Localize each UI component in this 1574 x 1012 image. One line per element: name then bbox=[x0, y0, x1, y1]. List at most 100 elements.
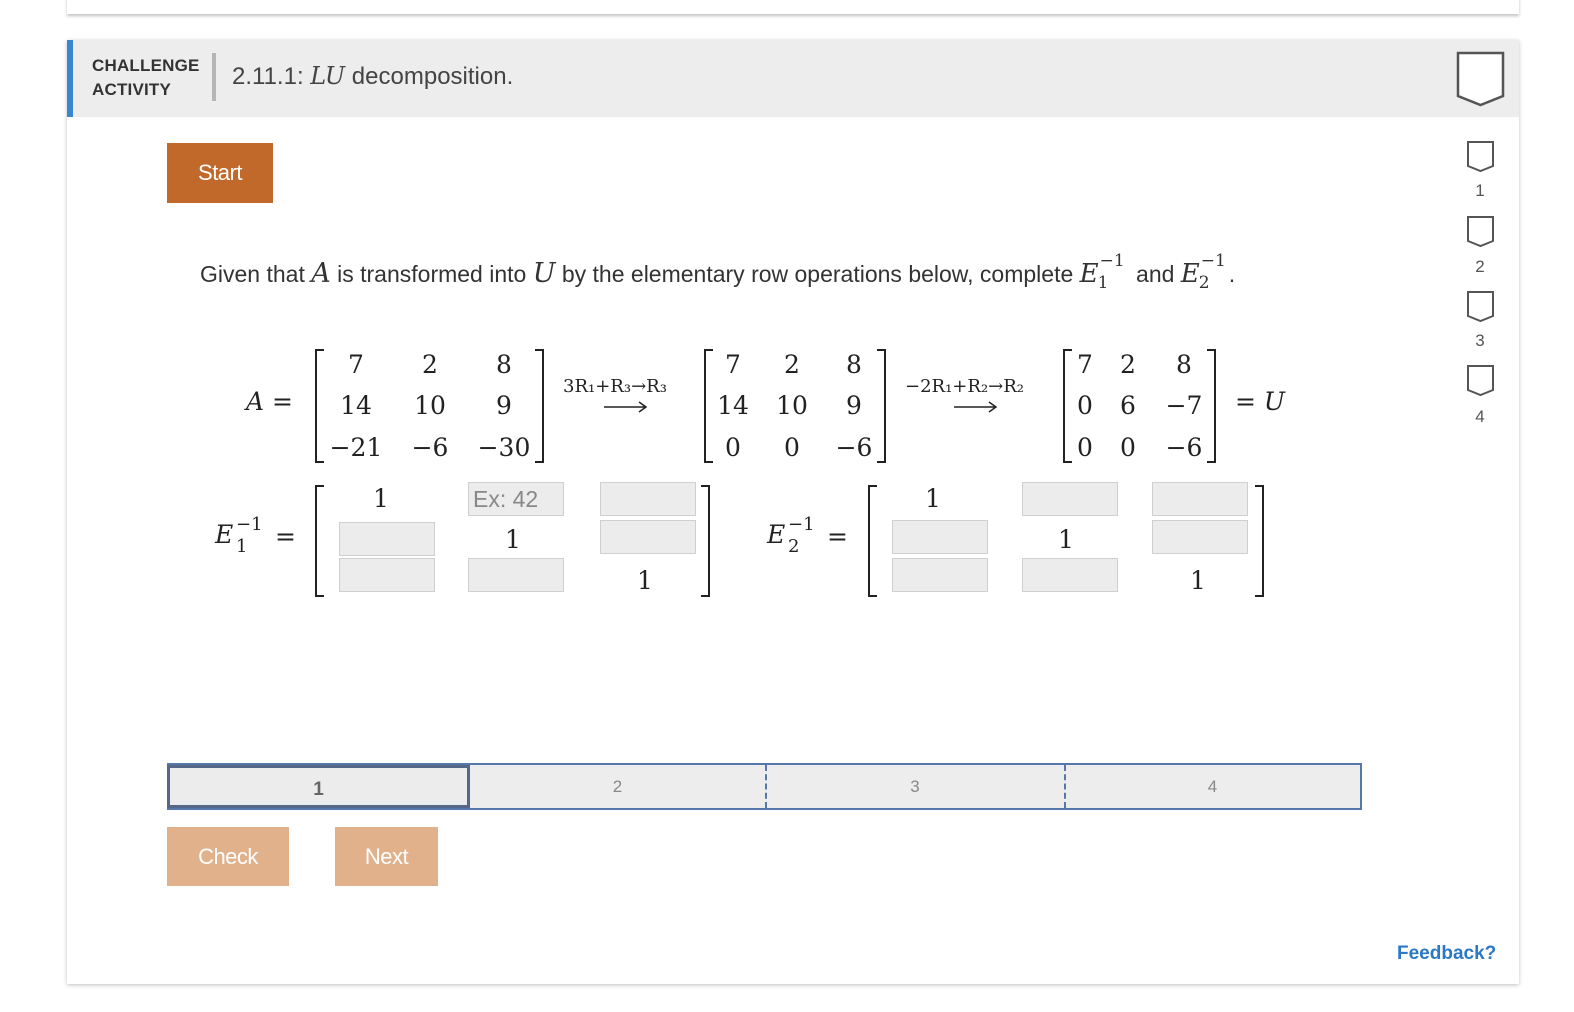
activity-title-math: LU bbox=[310, 62, 346, 90]
level-4-number: 4 bbox=[1475, 407, 1485, 426]
e1-left-bracket bbox=[315, 485, 324, 597]
e2-input-r2c3[interactable] bbox=[1152, 520, 1248, 554]
e1-cell: 1 bbox=[637, 566, 653, 595]
prompt-matrix-a: A bbox=[311, 258, 331, 289]
matrix-m1-right-bracket bbox=[877, 349, 886, 463]
activity-number: 2.11.1: bbox=[232, 63, 311, 90]
e1-inverse-sub: 1 bbox=[236, 536, 248, 557]
matrix-m1-cell: 0 bbox=[784, 433, 800, 462]
matrix-a-cell: −21 bbox=[329, 433, 383, 462]
activity-title: 2.11.1: LU decomposition. bbox=[232, 62, 513, 91]
matrix-u-cell: −6 bbox=[1165, 433, 1203, 462]
prompt-text-1: Given that bbox=[200, 261, 312, 287]
matrix-u-right-bracket bbox=[1207, 349, 1216, 463]
arrow-icon bbox=[604, 401, 648, 413]
e1-cell: 1 bbox=[505, 525, 521, 554]
level-1-completion-icon bbox=[1467, 141, 1494, 173]
level-tab-3[interactable]: 3 bbox=[766, 765, 1064, 808]
matrix-m1-cell: 0 bbox=[725, 433, 741, 462]
e2-cell: 1 bbox=[1058, 525, 1074, 554]
prompt-e2-inverse: E 2 −1 bbox=[1180, 251, 1229, 293]
matrix-a-cell: 14 bbox=[340, 391, 372, 420]
e1-inverse-sup: −1 bbox=[236, 514, 263, 535]
challenge-activity-card: CHALLENGE ACTIVITY 2.11.1: LU decomposit… bbox=[67, 40, 1519, 984]
e2-left-bracket bbox=[868, 485, 877, 597]
prompt-e2-sub: 2 bbox=[1198, 273, 1210, 293]
matrix-a-cell: 9 bbox=[496, 391, 512, 420]
matrix-u-equals-u: = U bbox=[1235, 387, 1285, 416]
matrix-u-cell: −7 bbox=[1165, 391, 1203, 420]
matrix-a-cell: −30 bbox=[477, 433, 531, 462]
matrix-m1-cell: 8 bbox=[846, 350, 862, 379]
e2-inverse-label: E 2 −1 = bbox=[767, 514, 857, 566]
prompt-end: . bbox=[1228, 261, 1236, 287]
e2-input-r1c2[interactable] bbox=[1022, 482, 1118, 516]
prompt-text-3: by the elementary row operations below, … bbox=[555, 261, 1080, 287]
level-progress-bar: 1 2 3 4 bbox=[167, 763, 1362, 810]
problem-prompt: Given that A is transformed into U by th… bbox=[200, 251, 1236, 293]
e1-input-r3c1[interactable] bbox=[339, 558, 435, 592]
matrix-u-cell: 8 bbox=[1176, 350, 1192, 379]
matrix-m1-cell: 2 bbox=[784, 350, 800, 379]
level-4-completion-icon bbox=[1467, 365, 1494, 397]
arrow-icon bbox=[954, 401, 998, 413]
matrix-a-cell: 10 bbox=[414, 391, 446, 420]
prompt-e1-letter: E bbox=[1079, 259, 1099, 289]
level-tab-1[interactable]: 1 bbox=[167, 765, 470, 808]
e2-inverse-sub: 2 bbox=[788, 536, 800, 557]
activity-type-line2: ACTIVITY bbox=[92, 80, 172, 99]
e1-input-r3c2[interactable] bbox=[468, 558, 564, 592]
e2-right-bracket bbox=[1255, 485, 1264, 597]
prompt-matrix-u: U bbox=[532, 258, 556, 289]
matrix-m1-cell: 10 bbox=[776, 391, 808, 420]
e2-cell: 1 bbox=[1190, 566, 1206, 595]
header-separator bbox=[212, 53, 216, 101]
matrix-u-label: = U bbox=[1235, 387, 1285, 416]
level-3-number: 3 bbox=[1475, 331, 1485, 350]
next-button[interactable]: Next bbox=[335, 827, 438, 886]
e2-input-r3c2[interactable] bbox=[1022, 558, 1118, 592]
level-tab-4[interactable]: 4 bbox=[1065, 765, 1360, 808]
e1-input-r1c3[interactable] bbox=[600, 482, 696, 516]
check-button[interactable]: Check bbox=[167, 827, 289, 886]
prompt-e1-sub: 1 bbox=[1097, 273, 1109, 293]
level-1-number: 1 bbox=[1475, 181, 1485, 200]
e2-cell: 1 bbox=[925, 484, 941, 513]
level-2-number: 2 bbox=[1475, 257, 1485, 276]
row-operation-2: −2R₁+R₂→R₂ bbox=[905, 376, 1025, 397]
matrix-a-cell: 2 bbox=[422, 350, 438, 379]
matrix-a-cell: 7 bbox=[348, 350, 364, 379]
matrix-a-equals: = bbox=[272, 387, 293, 416]
e1-right-bracket bbox=[701, 485, 710, 597]
previous-activity-card bbox=[67, 0, 1519, 14]
level-3-completion-icon bbox=[1467, 291, 1494, 323]
matrix-m1-cell: 14 bbox=[717, 391, 749, 420]
prompt-and: and bbox=[1129, 261, 1181, 287]
activity-type-line1: CHALLENGE bbox=[92, 56, 200, 75]
activity-header: CHALLENGE ACTIVITY 2.11.1: LU decomposit… bbox=[67, 40, 1519, 117]
prompt-text-2: is transformed into bbox=[330, 261, 533, 287]
e2-input-r1c3[interactable] bbox=[1152, 482, 1248, 516]
e1-input-r1c2[interactable] bbox=[468, 482, 564, 516]
level-2-completion-icon bbox=[1467, 216, 1494, 248]
matrix-a-left-bracket bbox=[315, 349, 324, 463]
e2-inverse-sup: −1 bbox=[788, 514, 815, 535]
matrix-u-cell: 6 bbox=[1120, 391, 1136, 420]
e2-input-r3c1[interactable] bbox=[892, 558, 988, 592]
feedback-link[interactable]: Feedback? bbox=[1397, 943, 1496, 965]
matrix-a-right-bracket bbox=[535, 349, 544, 463]
matrix-m1-cell: 7 bbox=[725, 350, 741, 379]
activity-title-text: decomposition. bbox=[345, 63, 514, 90]
row-operation-1: 3R₁+R₃→R₃ bbox=[563, 376, 667, 397]
activity-completion-icon bbox=[1456, 51, 1505, 107]
e1-input-r2c1[interactable] bbox=[339, 522, 435, 556]
e1-inverse-equals: = bbox=[275, 522, 296, 551]
matrix-u-cell: 2 bbox=[1120, 350, 1136, 379]
e2-input-r2c1[interactable] bbox=[892, 520, 988, 554]
level-tab-2[interactable]: 2 bbox=[470, 765, 765, 808]
prompt-e2-letter: E bbox=[1180, 259, 1200, 289]
e1-input-r2c3[interactable] bbox=[600, 520, 696, 554]
start-button[interactable]: Start bbox=[167, 143, 273, 203]
e1-inverse-label: E 1 −1 = bbox=[215, 514, 305, 566]
activity-type-label: CHALLENGE ACTIVITY bbox=[92, 54, 202, 102]
